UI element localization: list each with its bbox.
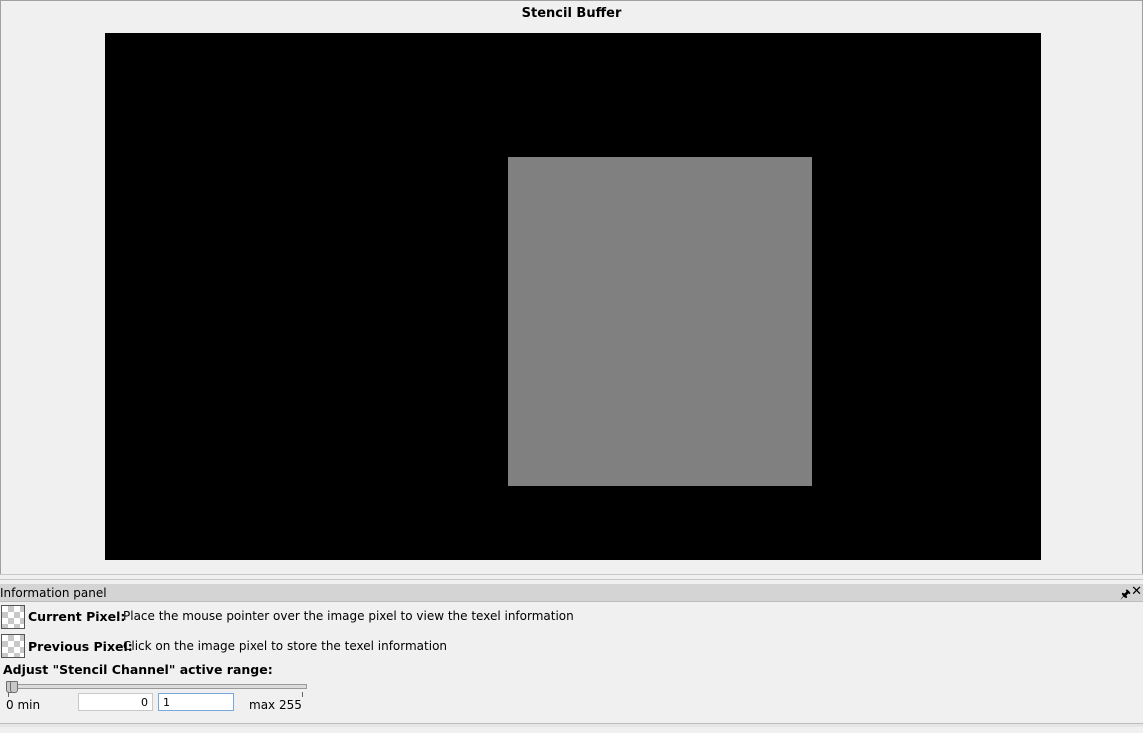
current-pixel-text: Place the mouse pointer over the image p… xyxy=(123,609,574,623)
previous-pixel-swatch xyxy=(1,634,25,658)
range-max-input[interactable] xyxy=(158,693,234,711)
min-label: 0 min xyxy=(6,698,41,712)
stencil-buffer-viewer: Stencil Buffer xyxy=(0,0,1143,574)
status-bar xyxy=(0,723,1143,727)
range-slider-max-handle[interactable] xyxy=(10,681,19,693)
max-label: max 255 xyxy=(249,698,302,712)
close-icon[interactable]: ✕ xyxy=(1131,584,1142,599)
information-panel: Information panel 🖈 ✕ Current Pixel: Pla… xyxy=(0,584,1143,733)
current-pixel-label: Current Pixel: xyxy=(28,609,126,624)
range-label: Adjust "Stencil Channel" active range: xyxy=(3,662,273,677)
panel-splitter[interactable] xyxy=(0,574,1143,580)
viewer-title: Stencil Buffer xyxy=(521,6,622,21)
panel-header: Information panel 🖈 ✕ xyxy=(0,584,1143,602)
pin-icon[interactable]: 🖈 xyxy=(1120,585,1131,606)
range-min-input[interactable] xyxy=(78,693,153,711)
stencil-image-canvas[interactable] xyxy=(105,33,1041,560)
previous-pixel-text: Click on the image pixel to store the te… xyxy=(123,639,448,653)
slider-max-tick xyxy=(302,692,303,697)
previous-pixel-label: Previous Pixel: xyxy=(28,639,133,654)
current-pixel-swatch xyxy=(1,605,25,629)
range-slider-track[interactable] xyxy=(7,684,307,689)
slider-min-tick xyxy=(8,692,9,697)
stencil-region xyxy=(508,157,812,486)
panel-title: Information panel xyxy=(0,586,107,600)
